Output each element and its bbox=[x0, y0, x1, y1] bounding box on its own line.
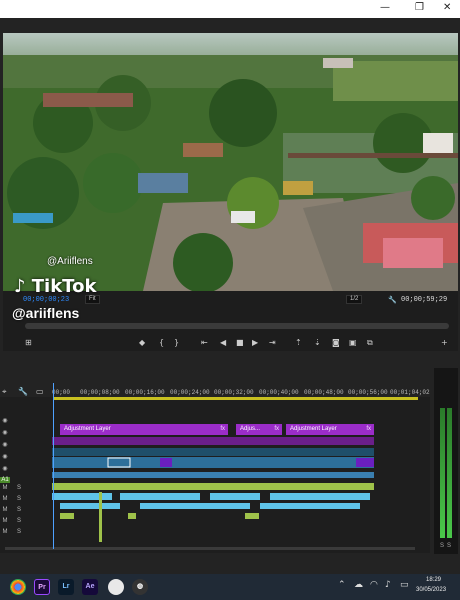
timeline-panel: ⌖ 🔧 ▭ 00;00 00;00;08;00 00;00;16;00 00;00;2… bbox=[0, 357, 430, 553]
window-titlebar: — ❐ ✕ bbox=[0, 0, 460, 18]
tiktok-logo: ♪ TikTok bbox=[14, 276, 97, 297]
audio-clip bbox=[120, 493, 200, 500]
audio-spike bbox=[99, 492, 102, 542]
audio-clip bbox=[270, 493, 370, 500]
aerial-village-footage bbox=[3, 33, 458, 291]
meter-left-channel bbox=[440, 408, 445, 538]
paint-icon[interactable] bbox=[108, 579, 124, 595]
audio-clip bbox=[60, 513, 74, 519]
watermark-handle-small: @Ariiflens bbox=[47, 256, 93, 267]
audio-track-a1 bbox=[52, 483, 374, 490]
step-forward-icon[interactable]: ▶ bbox=[252, 338, 258, 347]
tray-arrow-icon[interactable]: ⌃ bbox=[338, 580, 346, 590]
go-to-in-icon[interactable]: ⇤ bbox=[201, 338, 208, 347]
audio-clip bbox=[128, 513, 136, 519]
wifi-icon[interactable]: ◠ bbox=[370, 580, 378, 590]
watermark-handle-large: @ariiflens bbox=[12, 305, 80, 321]
meter-right-channel bbox=[447, 408, 452, 538]
audio-clip bbox=[140, 503, 250, 509]
current-timecode[interactable]: 00;00;00;23 bbox=[23, 296, 69, 304]
wrench-icon[interactable]: 🔧 bbox=[388, 296, 397, 305]
duration-timecode: 00;00;59;29 bbox=[401, 296, 448, 304]
video-track-v3 bbox=[52, 448, 374, 456]
after-effects-label: Ae bbox=[85, 583, 95, 590]
add-button-icon[interactable]: + bbox=[441, 338, 448, 347]
audio-clip bbox=[60, 503, 120, 509]
taskbar: Pr Lr Ae ◍ ⌃ ☁ ◠ ♪ ▭ 18:29 30/05/2023 bbox=[0, 574, 460, 600]
vr-icon[interactable]: ⧉ bbox=[367, 338, 373, 348]
close-button[interactable]: ✕ bbox=[443, 2, 451, 13]
audio-clip bbox=[52, 493, 112, 500]
chrome-icon[interactable] bbox=[10, 579, 26, 595]
selected-clip bbox=[107, 457, 131, 468]
settings-grid-icon[interactable]: ⊞ bbox=[25, 338, 32, 347]
program-monitor-video bbox=[3, 33, 458, 291]
clock-date[interactable]: 30/05/2023 bbox=[416, 587, 446, 593]
premiere-icon[interactable]: Pr bbox=[34, 579, 50, 595]
after-effects-icon[interactable]: Ae bbox=[82, 579, 98, 595]
stop-icon[interactable]: ■ bbox=[236, 338, 244, 347]
mark-in-icon[interactable]: { bbox=[159, 338, 164, 347]
step-back-icon[interactable]: ◀ bbox=[220, 338, 226, 347]
maximize-button[interactable]: ❐ bbox=[415, 2, 424, 13]
cloud-icon[interactable]: ☁ bbox=[354, 580, 363, 590]
lightroom-icon[interactable]: Lr bbox=[58, 579, 74, 595]
video-track-v2 bbox=[52, 457, 374, 468]
premiere-label: Pr bbox=[38, 584, 46, 591]
timeline-clips[interactable] bbox=[0, 357, 430, 553]
video-track-v1 bbox=[52, 472, 374, 478]
lightroom-label: Lr bbox=[62, 583, 70, 590]
audio-clip bbox=[245, 513, 259, 519]
resolution-dropdown[interactable]: 1/2 bbox=[346, 295, 363, 304]
compare-icon[interactable]: ▣ bbox=[349, 338, 357, 347]
meter-solo-left[interactable]: S bbox=[440, 543, 444, 549]
battery-icon[interactable]: ▭ bbox=[400, 580, 409, 590]
horizontal-scrollbar bbox=[5, 547, 415, 550]
nested-clip bbox=[160, 458, 172, 467]
lift-icon[interactable]: ⇡ bbox=[295, 338, 302, 347]
extract-icon[interactable]: ⇣ bbox=[314, 338, 321, 347]
audio-clip bbox=[260, 503, 360, 509]
meter-solo-right[interactable]: S bbox=[447, 543, 451, 549]
playhead[interactable] bbox=[53, 383, 54, 549]
go-to-out-icon[interactable]: ⇥ bbox=[269, 338, 276, 347]
nested-clip bbox=[356, 458, 374, 467]
volume-icon[interactable]: ♪ bbox=[385, 580, 391, 590]
camera-icon[interactable]: ◙ bbox=[332, 338, 340, 347]
tiktok-brand-text: TikTok bbox=[31, 276, 97, 297]
audio-meter: S S bbox=[434, 368, 458, 554]
clock-time[interactable]: 18:29 bbox=[426, 577, 441, 583]
mark-out-icon[interactable]: } bbox=[174, 338, 179, 347]
monitor-scrub-bar[interactable] bbox=[25, 323, 449, 329]
minimize-button[interactable]: — bbox=[380, 2, 390, 13]
audio-clip bbox=[210, 493, 260, 500]
video-track-v4 bbox=[52, 437, 374, 445]
marker-icon[interactable]: ◆ bbox=[139, 338, 145, 347]
obs-icon[interactable]: ◍ bbox=[132, 579, 148, 595]
monitor-controls: 00;00;00;23 Fit 1/2 🔧 00;00;59;29 ⊞ ◆ { … bbox=[3, 291, 458, 351]
